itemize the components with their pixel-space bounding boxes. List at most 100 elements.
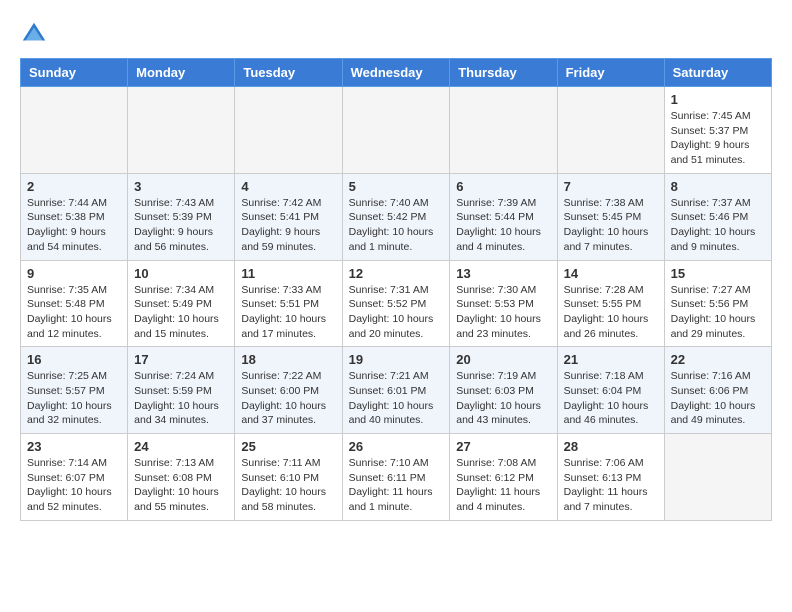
day-number: 9 — [27, 266, 121, 281]
calendar-day-cell: 23 Sunrise: 7:14 AM Sunset: 6:07 PM Dayli… — [21, 434, 128, 521]
page-header — [20, 20, 772, 48]
calendar-day-cell — [21, 87, 128, 174]
day-number: 12 — [349, 266, 444, 281]
weekday-header-tuesday: Tuesday — [235, 59, 342, 87]
day-number: 5 — [349, 179, 444, 194]
calendar-day-cell — [235, 87, 342, 174]
calendar-day-cell: 4 Sunrise: 7:42 AM Sunset: 5:41 PM Daylig… — [235, 173, 342, 260]
calendar-day-cell: 11 Sunrise: 7:33 AM Sunset: 5:51 PM Dayli… — [235, 260, 342, 347]
day-number: 3 — [134, 179, 228, 194]
day-info: Sunrise: 7:37 AM Sunset: 5:46 PM Dayligh… — [671, 196, 765, 255]
weekday-header-friday: Friday — [557, 59, 664, 87]
day-number: 4 — [241, 179, 335, 194]
calendar-day-cell: 14 Sunrise: 7:28 AM Sunset: 5:55 PM Dayli… — [557, 260, 664, 347]
calendar-day-cell: 25Sunrise: 7:11 AM Sunset: 6:10 PM Dayli… — [235, 434, 342, 521]
calendar-day-cell — [128, 87, 235, 174]
day-info: Sunrise: 7:38 AM Sunset: 5:45 PM Dayligh… — [564, 196, 658, 255]
calendar-day-cell: 9 Sunrise: 7:35 AM Sunset: 5:48 PM Daylig… — [21, 260, 128, 347]
calendar-week-row: 9 Sunrise: 7:35 AM Sunset: 5:48 PM Daylig… — [21, 260, 772, 347]
calendar-day-cell: 17 Sunrise: 7:24 AM Sunset: 5:59 PM Dayli… — [128, 347, 235, 434]
day-number: 10 — [134, 266, 228, 281]
day-info: Sunrise: 7:30 AM Sunset: 5:53 PM Dayligh… — [456, 283, 550, 342]
calendar-day-cell: 19 Sunrise: 7:21 AM Sunset: 6:01 PM Dayli… — [342, 347, 450, 434]
calendar-day-cell: 16 Sunrise: 7:25 AM Sunset: 5:57 PM Dayli… — [21, 347, 128, 434]
calendar-day-cell: 22 Sunrise: 7:16 AM Sunset: 6:06 PM Dayli… — [664, 347, 771, 434]
calendar-day-cell — [557, 87, 664, 174]
weekday-header-thursday: Thursday — [450, 59, 557, 87]
day-info: Sunrise: 7:43 AM Sunset: 5:39 PM Dayligh… — [134, 196, 228, 255]
day-info: Sunrise: 7:25 AM Sunset: 5:57 PM Dayligh… — [27, 369, 121, 428]
weekday-header-monday: Monday — [128, 59, 235, 87]
day-number: 21 — [564, 352, 658, 367]
day-number: 6 — [456, 179, 550, 194]
day-info: Sunrise: 7:06 AM Sunset: 6:13 PM Dayligh… — [564, 456, 658, 515]
day-number: 16 — [27, 352, 121, 367]
day-info: Sunrise: 7:22 AM Sunset: 6:00 PM Dayligh… — [241, 369, 335, 428]
day-number: 1 — [671, 92, 765, 107]
day-info: Sunrise: 7:21 AM Sunset: 6:01 PM Dayligh… — [349, 369, 444, 428]
day-number: 24 — [134, 439, 228, 454]
calendar-day-cell: 28 Sunrise: 7:06 AM Sunset: 6:13 PM Dayli… — [557, 434, 664, 521]
calendar-week-row: 1 Sunrise: 7:45 AM Sunset: 5:37 PM Daylig… — [21, 87, 772, 174]
calendar-day-cell — [450, 87, 557, 174]
calendar-day-cell: 7 Sunrise: 7:38 AM Sunset: 5:45 PM Daylig… — [557, 173, 664, 260]
day-info: Sunrise: 7:34 AM Sunset: 5:49 PM Dayligh… — [134, 283, 228, 342]
calendar-day-cell: 18 Sunrise: 7:22 AM Sunset: 6:00 PM Dayli… — [235, 347, 342, 434]
day-number: 2 — [27, 179, 121, 194]
calendar-day-cell: 21 Sunrise: 7:18 AM Sunset: 6:04 PM Dayli… — [557, 347, 664, 434]
day-number: 26 — [349, 439, 444, 454]
day-info: Sunrise: 7:24 AM Sunset: 5:59 PM Dayligh… — [134, 369, 228, 428]
day-info: Sunrise: 7:35 AM Sunset: 5:48 PM Dayligh… — [27, 283, 121, 342]
day-number: 17 — [134, 352, 228, 367]
day-number: 15 — [671, 266, 765, 281]
day-info: Sunrise: 7:31 AM Sunset: 5:52 PM Dayligh… — [349, 283, 444, 342]
day-info: Sunrise: 7:14 AM Sunset: 6:07 PM Dayligh… — [27, 456, 121, 515]
calendar-week-row: 23 Sunrise: 7:14 AM Sunset: 6:07 PM Dayli… — [21, 434, 772, 521]
day-info: Sunrise: 7:08 AM Sunset: 6:12 PM Dayligh… — [456, 456, 550, 515]
calendar-day-cell: 12 Sunrise: 7:31 AM Sunset: 5:52 PM Dayli… — [342, 260, 450, 347]
logo — [20, 20, 52, 48]
calendar-day-cell: 27 Sunrise: 7:08 AM Sunset: 6:12 PM Dayli… — [450, 434, 557, 521]
calendar-day-cell — [342, 87, 450, 174]
calendar-day-cell: 26 Sunrise: 7:10 AM Sunset: 6:11 PM Dayli… — [342, 434, 450, 521]
calendar-header-row: SundayMondayTuesdayWednesdayThursdayFrid… — [21, 59, 772, 87]
day-number: 19 — [349, 352, 444, 367]
day-number: 18 — [241, 352, 335, 367]
day-info: Sunrise: 7:45 AM Sunset: 5:37 PM Dayligh… — [671, 109, 765, 168]
calendar-day-cell: 20 Sunrise: 7:19 AM Sunset: 6:03 PM Dayli… — [450, 347, 557, 434]
day-number: 14 — [564, 266, 658, 281]
day-info: Sunrise: 7:16 AM Sunset: 6:06 PM Dayligh… — [671, 369, 765, 428]
day-number: 13 — [456, 266, 550, 281]
day-info: Sunrise: 7:10 AM Sunset: 6:11 PM Dayligh… — [349, 456, 444, 515]
day-number: 27 — [456, 439, 550, 454]
day-info: Sunrise: 7:39 AM Sunset: 5:44 PM Dayligh… — [456, 196, 550, 255]
day-info: Sunrise: 7:33 AM Sunset: 5:51 PM Dayligh… — [241, 283, 335, 342]
calendar-day-cell: 6 Sunrise: 7:39 AM Sunset: 5:44 PM Daylig… — [450, 173, 557, 260]
logo-icon — [20, 20, 48, 48]
day-number: 22 — [671, 352, 765, 367]
calendar-day-cell: 10 Sunrise: 7:34 AM Sunset: 5:49 PM Dayli… — [128, 260, 235, 347]
day-info: Sunrise: 7:28 AM Sunset: 5:55 PM Dayligh… — [564, 283, 658, 342]
weekday-header-saturday: Saturday — [664, 59, 771, 87]
calendar-day-cell: 2 Sunrise: 7:44 AM Sunset: 5:38 PM Daylig… — [21, 173, 128, 260]
weekday-header-sunday: Sunday — [21, 59, 128, 87]
day-number: 28 — [564, 439, 658, 454]
calendar-day-cell: 3 Sunrise: 7:43 AM Sunset: 5:39 PM Daylig… — [128, 173, 235, 260]
day-number: 23 — [27, 439, 121, 454]
day-number: 7 — [564, 179, 658, 194]
calendar-day-cell: 5 Sunrise: 7:40 AM Sunset: 5:42 PM Daylig… — [342, 173, 450, 260]
calendar-day-cell: 1 Sunrise: 7:45 AM Sunset: 5:37 PM Daylig… — [664, 87, 771, 174]
day-info: Sunrise: 7:19 AM Sunset: 6:03 PM Dayligh… — [456, 369, 550, 428]
weekday-header-wednesday: Wednesday — [342, 59, 450, 87]
day-number: 20 — [456, 352, 550, 367]
day-info: Sunrise: 7:42 AM Sunset: 5:41 PM Dayligh… — [241, 196, 335, 255]
day-info: Sunrise: 7:40 AM Sunset: 5:42 PM Dayligh… — [349, 196, 444, 255]
day-info: Sunrise: 7:18 AM Sunset: 6:04 PM Dayligh… — [564, 369, 658, 428]
day-number: 11 — [241, 266, 335, 281]
calendar-day-cell: 13 Sunrise: 7:30 AM Sunset: 5:53 PM Dayli… — [450, 260, 557, 347]
calendar-day-cell: 24Sunrise: 7:13 AM Sunset: 6:08 PM Dayli… — [128, 434, 235, 521]
day-info: Sunrise: 7:44 AM Sunset: 5:38 PM Dayligh… — [27, 196, 121, 255]
day-number: 25 — [241, 439, 335, 454]
calendar-day-cell: 15Sunrise: 7:27 AM Sunset: 5:56 PM Dayli… — [664, 260, 771, 347]
calendar-table: SundayMondayTuesdayWednesdayThursdayFrid… — [20, 58, 772, 521]
